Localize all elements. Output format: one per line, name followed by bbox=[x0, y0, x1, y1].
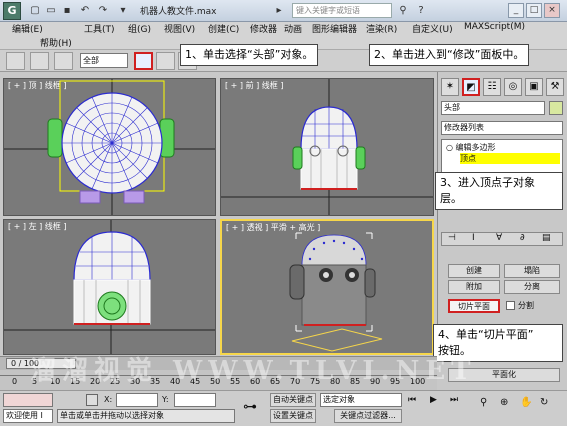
display-tab-icon[interactable]: ▣ bbox=[525, 78, 543, 96]
viewport-perspective[interactable]: [ + ] 透视 ] 平滑 + 高光 ] bbox=[220, 219, 434, 355]
remove-modifier-icon[interactable]: ∂ bbox=[520, 233, 525, 243]
save-icon[interactable]: ▪ bbox=[60, 4, 74, 18]
bind-space-warp-icon[interactable] bbox=[54, 52, 73, 70]
key-mode-icon[interactable]: ⊶ bbox=[240, 397, 260, 417]
menu-maxscript[interactable]: MAXScript(M) bbox=[464, 22, 525, 32]
auto-key-button[interactable]: 自动关键点 bbox=[270, 393, 316, 407]
stack-toolbar: ⊣ Ⅰ ∀ ∂ ▤ bbox=[441, 232, 563, 246]
viewport-perspective-canvas bbox=[289, 232, 383, 352]
callout-step-3-line2: 层。 bbox=[440, 192, 462, 205]
slice-plane-button[interactable]: 切片平面 bbox=[448, 299, 500, 313]
menu-group[interactable]: 组(G) bbox=[128, 22, 151, 35]
play-icon[interactable]: ▶ bbox=[430, 395, 450, 407]
watermark-text: 溜溜视觉 WWW.TLVI.NET bbox=[30, 356, 477, 386]
viewport-front[interactable]: [ + ] 前 ] 线框 ] bbox=[220, 78, 434, 216]
maximize-button[interactable]: □ bbox=[526, 3, 542, 18]
menu-view[interactable]: 视图(V) bbox=[164, 22, 195, 35]
x-coord-label: X: bbox=[104, 395, 113, 404]
select-object-button[interactable] bbox=[134, 52, 153, 70]
y-coord-field[interactable] bbox=[174, 393, 216, 407]
undo-icon[interactable]: ↶ bbox=[78, 4, 92, 18]
modifier-list-dropdown[interactable]: 修改器列表 bbox=[441, 121, 563, 135]
menu-help[interactable]: 帮助(H) bbox=[40, 36, 72, 49]
search-icon[interactable]: ⚲ bbox=[396, 4, 410, 18]
zoom-all-icon[interactable]: ⊕ bbox=[500, 397, 514, 411]
zoom-icon[interactable]: ⚲ bbox=[480, 397, 494, 411]
link-icon[interactable] bbox=[6, 52, 25, 70]
menu-modifiers[interactable]: 修改器 bbox=[250, 22, 277, 35]
stack-item-vertex[interactable]: 顶点 bbox=[460, 153, 560, 164]
search-input[interactable]: 键入关键字或短语 bbox=[292, 3, 392, 18]
set-key-button[interactable]: 设置关键点 bbox=[270, 409, 316, 423]
attach-button[interactable]: 附加 bbox=[448, 280, 500, 294]
menu-animation[interactable]: 动画 bbox=[284, 22, 302, 35]
callout-step-3: 3、进入顶点子对象 层。 bbox=[435, 172, 563, 210]
select-by-name-button[interactable] bbox=[156, 52, 175, 70]
stack-item-edit-poly-label: 编辑多边形 bbox=[455, 143, 496, 152]
go-to-end-icon[interactable]: ⏭ bbox=[450, 395, 470, 407]
show-end-result-icon[interactable]: Ⅰ bbox=[472, 233, 475, 243]
stack-item-edit-poly[interactable]: ○ 编辑多边形 bbox=[446, 142, 496, 153]
redo-icon[interactable]: ↷ bbox=[96, 4, 110, 18]
unlink-icon[interactable] bbox=[30, 52, 49, 70]
prompt-line: 单击或单击并拖动以选择对象 bbox=[57, 409, 235, 423]
create-button[interactable]: 创建 bbox=[448, 264, 500, 278]
motion-tab-icon[interactable]: ◎ bbox=[504, 78, 522, 96]
menu-customize[interactable]: 自定义(U) bbox=[412, 22, 453, 35]
collapse-button[interactable]: 塌陷 bbox=[504, 264, 560, 278]
viewport-left[interactable]: [ + ] 左 ] 线框 ] bbox=[3, 219, 216, 355]
orbit-icon[interactable]: ↻ bbox=[540, 397, 554, 411]
callout-step-4-line1: 4、单击“切片平面” bbox=[438, 328, 534, 341]
window-title: 机器人教文件.max bbox=[140, 7, 217, 17]
pan-icon[interactable]: ✋ bbox=[520, 397, 534, 411]
tick-label: 0 bbox=[12, 377, 18, 386]
title-arrow-icon[interactable]: ▸ bbox=[272, 4, 286, 18]
menu-tools[interactable]: 工具(T) bbox=[84, 22, 115, 35]
close-button[interactable]: × bbox=[544, 3, 560, 18]
app-icon[interactable]: G bbox=[3, 2, 21, 20]
help-icon[interactable]: ? bbox=[414, 4, 428, 18]
object-color-swatch[interactable] bbox=[549, 101, 563, 115]
callout-step-3-line1: 3、进入顶点子对象 bbox=[440, 176, 535, 189]
lightbulb-icon[interactable]: ○ bbox=[446, 143, 453, 152]
detach-button[interactable]: 分离 bbox=[504, 280, 560, 294]
viewport-left-canvas bbox=[4, 220, 215, 354]
key-filters-button[interactable]: 关键点过滤器... bbox=[334, 409, 402, 423]
go-to-start-icon[interactable]: ⏮ bbox=[408, 395, 432, 407]
menu-graph-editors[interactable]: 图形编辑器 bbox=[312, 22, 357, 35]
hierarchy-tab-icon[interactable]: ☷ bbox=[483, 78, 501, 96]
object-name-field[interactable]: 头部 bbox=[441, 101, 545, 115]
utilities-tab-icon[interactable]: ⚒ bbox=[546, 78, 564, 96]
menu-create[interactable]: 创建(C) bbox=[208, 22, 239, 35]
stack-item-vertex-label: 顶点 bbox=[460, 154, 476, 163]
viewport-front-canvas bbox=[221, 79, 433, 215]
maxscript-listener-field[interactable] bbox=[3, 393, 53, 407]
y-coord-label: Y: bbox=[162, 395, 169, 404]
minimize-button[interactable]: _ bbox=[508, 3, 524, 18]
menu-edit[interactable]: 编辑(E) bbox=[12, 22, 43, 35]
viewport-top-canvas bbox=[4, 79, 215, 215]
pin-stack-icon[interactable]: ⊣ bbox=[448, 233, 456, 243]
title-bar: G ▢ ▭ ▪ ↶ ↷ ▾ 机器人教文件.max ▸ 键入关键字或短语 ⚲ ? … bbox=[0, 0, 567, 22]
viewport-top[interactable]: [ + ] 顶 ] 线框 ] bbox=[3, 78, 216, 216]
x-coord-field[interactable] bbox=[116, 393, 158, 407]
modify-tab-icon[interactable]: ◩ bbox=[462, 78, 480, 96]
open-file-icon[interactable]: ▭ bbox=[44, 4, 58, 18]
lock-selection-icon[interactable] bbox=[86, 394, 98, 406]
selected-object-dropdown[interactable]: 选定对象 bbox=[320, 393, 402, 407]
command-panel: ✶ ◩ ☷ ◎ ▣ ⚒ 头部 修改器列表 ○ 编辑多边形 顶点 ⊣ Ⅰ ∀ ∂ … bbox=[437, 72, 567, 382]
split-label: 分割 bbox=[518, 301, 534, 310]
callout-step-1: 1、单击选择“头部”对象。 bbox=[180, 44, 319, 66]
new-file-icon[interactable]: ▢ bbox=[28, 4, 42, 18]
split-checkbox[interactable] bbox=[506, 301, 515, 310]
dropdown-icon[interactable]: ▾ bbox=[116, 4, 130, 18]
configure-sets-icon[interactable]: ▤ bbox=[542, 233, 551, 243]
selection-filter-dropdown[interactable]: 全部 bbox=[80, 53, 128, 68]
welcome-field[interactable]: 欢迎使用 I bbox=[3, 409, 53, 423]
make-unique-icon[interactable]: ∀ bbox=[496, 233, 502, 243]
menu-rendering[interactable]: 渲染(R) bbox=[366, 22, 397, 35]
callout-step-2: 2、单击进入到“修改”面板中。 bbox=[369, 44, 530, 66]
status-bar: 欢迎使用 I 单击或单击并拖动以选择对象 X: Y: ⊶ 自动关键点 设置关键点… bbox=[0, 390, 567, 426]
create-tab-icon[interactable]: ✶ bbox=[441, 78, 459, 96]
